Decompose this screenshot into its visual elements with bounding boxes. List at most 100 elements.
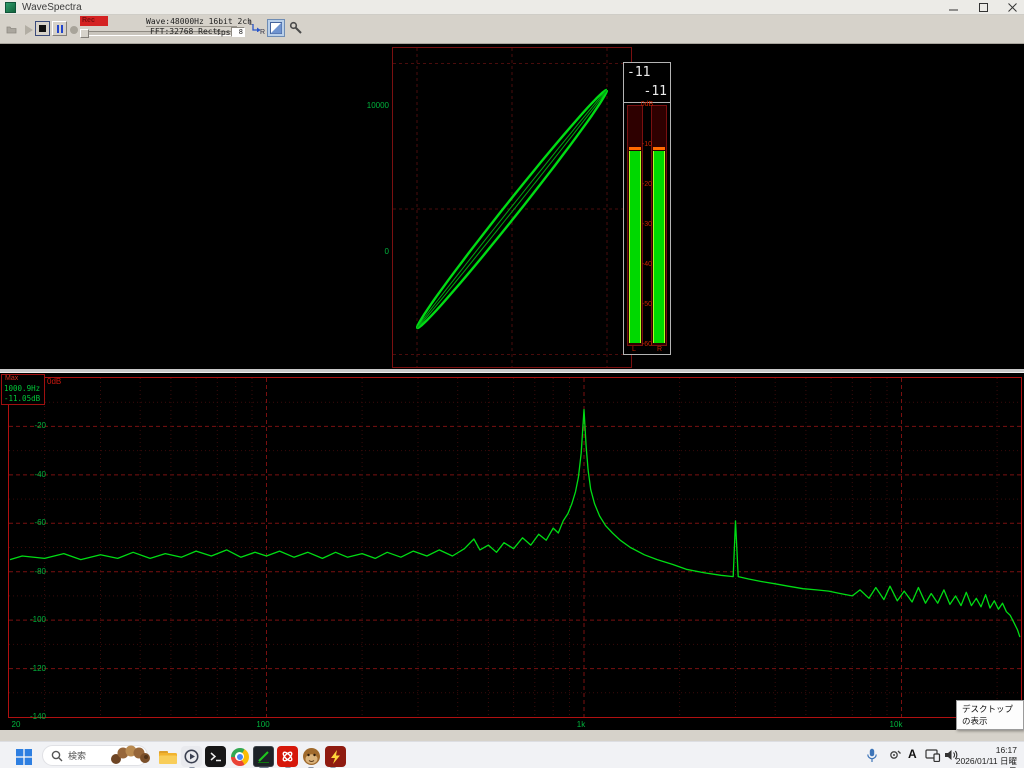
wrench-icon <box>289 21 303 35</box>
terminal-icon <box>208 749 223 764</box>
show-desktop-tooltip: デスクトップの表示 <box>956 700 1024 730</box>
lissajous-ymid-label: 0 <box>351 247 389 256</box>
spectrum-y-tick: -100 <box>16 615 46 624</box>
meter-right-db: -11 <box>644 84 667 99</box>
lissajous-ymax-label: 10000 <box>351 101 389 110</box>
meter-readout: -11 -11 <box>624 63 670 103</box>
taskbar: 検索 <box>0 741 1024 768</box>
ime-mode-indicator[interactable]: A <box>908 747 917 761</box>
app-icon <box>5 2 16 13</box>
max-db-value: -11.05dB <box>4 394 40 403</box>
lightning-bolt-icon <box>328 749 343 765</box>
meter-scale-tick: 0dB <box>624 101 670 108</box>
spectrum-canvas <box>9 378 1021 717</box>
taskbar-item-wavespectra[interactable] <box>253 746 274 767</box>
max-frequency-value: 1000.9Hz <box>4 384 40 393</box>
acrobat-icon <box>280 749 295 764</box>
play-button[interactable] <box>21 22 36 37</box>
start-button[interactable] <box>13 746 34 767</box>
play-icon <box>25 25 33 35</box>
meter-bar-fill <box>629 151 641 343</box>
close-button[interactable] <box>1006 1 1019 14</box>
settings-button[interactable] <box>287 19 305 37</box>
meter-scale-tick: -40 <box>624 261 670 268</box>
tray-time: 16:17 <box>955 745 1017 756</box>
wavespectra-mini-icon <box>256 749 271 764</box>
stop-icon <box>39 25 46 32</box>
meter-channel-label: R <box>657 346 662 353</box>
open-file-icon <box>5 23 18 36</box>
meter-bar-fill <box>653 151 665 343</box>
tray-clock[interactable]: 16:17 2026/01/11 日曜日 <box>955 745 1017 768</box>
cast-display-icon <box>925 748 941 762</box>
taskbar-item-lightning-app[interactable] <box>325 746 346 767</box>
lissajous-view-toggle-button[interactable] <box>267 19 285 37</box>
lr-r-label: R <box>260 29 265 36</box>
meter-scale-tick: -20 <box>624 181 670 188</box>
meter-scale-tick: -60 <box>624 341 670 348</box>
lissajous-trace <box>417 90 607 328</box>
fft-settings-info: FFT:32768 Rect. <box>150 27 222 36</box>
taskbar-item-acrobat[interactable] <box>277 746 298 767</box>
minimize-button[interactable] <box>947 1 960 14</box>
maximize-icon <box>978 2 989 13</box>
tray-cast-button[interactable] <box>925 748 941 762</box>
spectrum-x-tick: 10k <box>881 720 911 729</box>
level-meter: -11 -11 0dB-10-20-30-40-50-60 LR <box>623 62 671 355</box>
taskbar-item-explorer[interactable] <box>157 746 178 767</box>
search-icon <box>51 750 63 762</box>
close-icon <box>1007 2 1018 13</box>
pause-button[interactable] <box>52 21 67 36</box>
spectrum-plot <box>8 377 1022 718</box>
spectrum-y-tick: -120 <box>16 664 46 673</box>
stop-button[interactable] <box>35 21 50 36</box>
spectrum-pane: Max 1000.9Hz -11.05dB 0dB -20 -40 -60 -80 -1… <box>0 373 1024 730</box>
tray-device-button[interactable] <box>888 748 902 762</box>
spectrum-y-tick: -140 <box>16 712 46 721</box>
lissajous-canvas <box>393 48 631 367</box>
seek-slider-thumb[interactable] <box>80 29 89 38</box>
pause-icon <box>57 25 63 33</box>
lissajous-trace-inner <box>417 90 607 328</box>
record-button[interactable] <box>66 22 81 37</box>
spectrum-y-tick: -60 <box>16 518 46 527</box>
folder-icon <box>158 748 178 766</box>
spectrum-y-tick: -80 <box>16 567 46 576</box>
spectrum-0db-label: 0dB <box>47 377 61 386</box>
taskbar-item-terminal[interactable] <box>205 746 226 767</box>
record-icon <box>70 26 78 34</box>
meter-scale-tick: -50 <box>624 301 670 308</box>
max-label: Max <box>5 375 18 382</box>
spectrum-x-tick: 100 <box>248 720 278 729</box>
minimize-icon <box>948 2 959 13</box>
monkey-face-icon <box>302 747 321 766</box>
title-bar: WaveSpectra <box>0 0 1024 15</box>
max-peak-readout: Max 1000.9Hz -11.05dB <box>1 374 45 405</box>
window-title: WaveSpectra <box>22 2 82 13</box>
maximize-button[interactable] <box>977 1 990 14</box>
wavespectra-window: WaveSpectra Rec Wave:48000Hz 16bit <box>0 0 1024 768</box>
open-file-button[interactable] <box>4 22 19 37</box>
tray-microphone-button[interactable] <box>866 748 878 763</box>
search-placeholder: 検索 <box>68 749 86 762</box>
taskbar-item-monkey-app[interactable] <box>301 746 322 767</box>
chrome-icon <box>231 748 249 766</box>
taskbar-item-chrome[interactable] <box>229 746 250 767</box>
rec-status-indicator: Rec <box>80 16 108 26</box>
spectrum-y-tick: -20 <box>16 421 46 430</box>
toolbar: Rec Wave:48000Hz 16bit 2ch FFT:32768 Rec… <box>0 15 1024 44</box>
search-doodle-caterpillar-icon[interactable] <box>110 742 150 768</box>
window-bottom-border <box>0 730 1024 741</box>
device-gear-icon <box>888 748 902 762</box>
caterpillar-icon <box>110 742 150 767</box>
meter-scale-tick: -10 <box>624 141 670 148</box>
meter-left-db: -11 <box>627 65 650 80</box>
meter-channel-label: L <box>632 346 636 353</box>
lissajous-plot <box>392 47 632 368</box>
lr-channel-toggle-button[interactable]: L R <box>248 20 265 36</box>
spectrum-y-tick: -40 <box>16 470 46 479</box>
spectrum-x-tick: 1k <box>566 720 596 729</box>
fps-value-box[interactable]: 8 <box>231 27 245 37</box>
play-circle-icon <box>184 749 199 764</box>
taskbar-item-media-player[interactable] <box>181 746 202 767</box>
